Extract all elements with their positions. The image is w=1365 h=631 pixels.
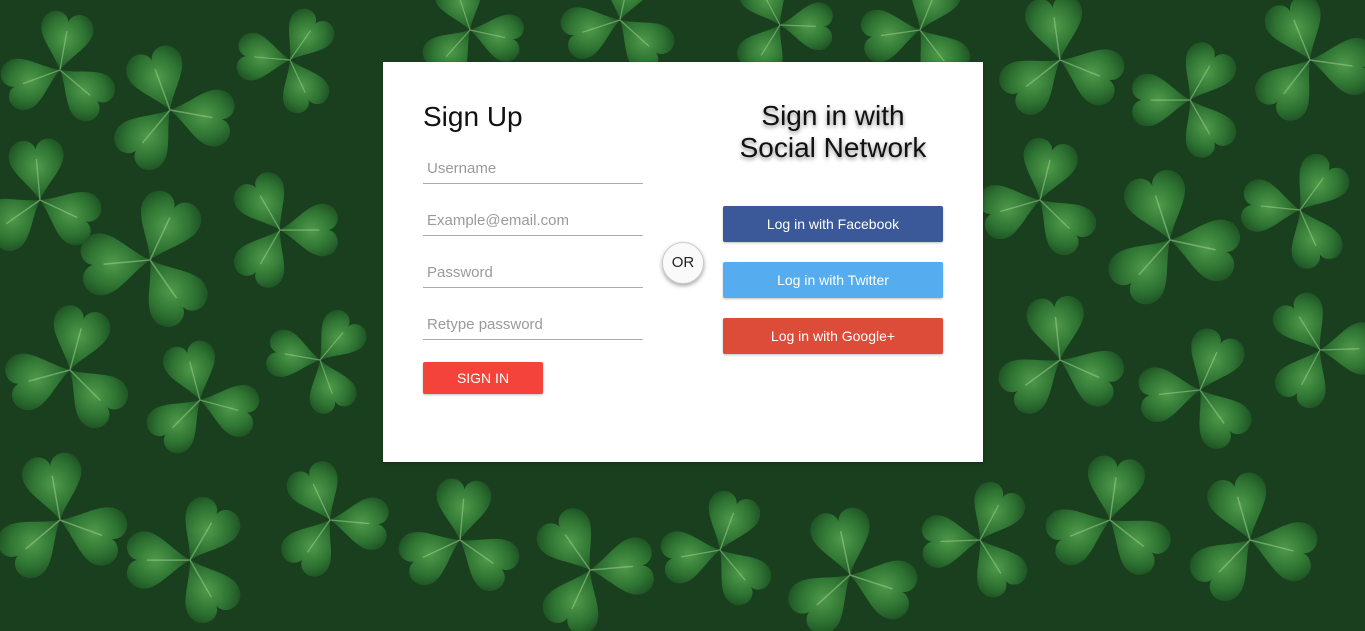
facebook-login-button[interactable]: Log in with Facebook [723,206,943,242]
signup-section: Sign Up SIGN IN [423,100,643,394]
auth-card: Sign Up SIGN IN OR Sign in with Social N… [383,62,983,462]
sign-in-button[interactable]: SIGN IN [423,362,543,394]
retype-password-input[interactable] [423,310,643,340]
signup-title: Sign Up [423,101,523,132]
google-plus-login-button[interactable]: Log in with Google+ [723,318,943,354]
social-title-line2: Social Network [739,132,927,163]
social-title-line1: Sign in with [761,100,905,131]
social-title: Sign in with Social Network [723,100,943,164]
password-input[interactable] [423,258,643,288]
twitter-login-button[interactable]: Log in with Twitter [723,262,943,298]
username-input[interactable] [423,154,643,184]
social-signin-section: Sign in with Social Network Log in with … [723,100,943,354]
email-input[interactable] [423,206,643,236]
or-divider-badge: OR [662,242,704,284]
